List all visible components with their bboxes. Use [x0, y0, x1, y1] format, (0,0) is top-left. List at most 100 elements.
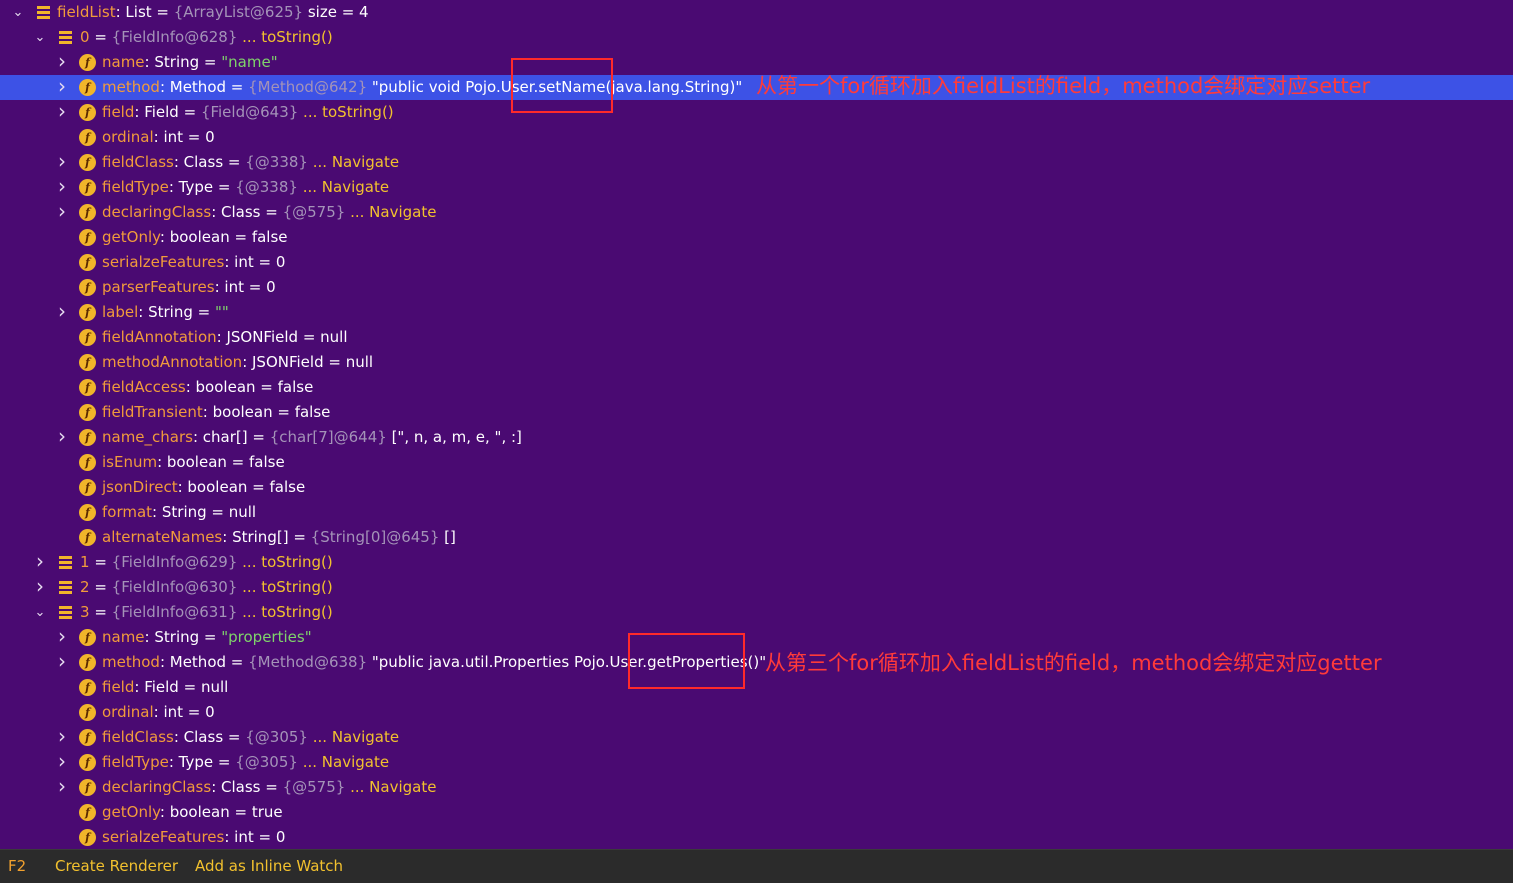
chevron-right-icon[interactable]: › [55, 300, 69, 325]
tree-row[interactable]: f fieldAccess: boolean = false [0, 375, 1513, 400]
variable-name: fieldList [57, 3, 116, 21]
variable-value[interactable]: ... Navigate [303, 753, 389, 771]
equals-sign: = [89, 28, 112, 46]
tree-row[interactable]: › f fieldClass: Class = {@305} ... Navigat… [0, 725, 1513, 750]
chevron-right-icon[interactable]: › [55, 425, 69, 450]
tree-row[interactable]: f getOnly: boolean = false [0, 225, 1513, 250]
tree-row[interactable]: › f fieldType: Type = {@305} ... Navigate [0, 750, 1513, 775]
field-icon: f [79, 479, 96, 496]
variable-name: declaringClass [102, 778, 212, 796]
field-icon: f [79, 829, 96, 846]
tree-row-text: fieldTransient: boolean = false [102, 400, 330, 425]
tree-row[interactable]: › f field: Field = {Field@643} ... toStrin… [0, 100, 1513, 125]
variable-value: "properties" [221, 628, 312, 646]
field-icon: f [79, 654, 96, 671]
variable-type: : Method [159, 653, 227, 671]
tree-row[interactable]: f serialzeFeatures: int = 0 [0, 250, 1513, 275]
tree-row[interactable]: ⌄ 0 = {FieldInfo@628} ... toString() [0, 25, 1513, 50]
field-icon: f [79, 404, 96, 421]
tree-row[interactable]: › f declaringClass: Class = {@575} ... Nav… [0, 775, 1513, 800]
variable-type: : String [152, 503, 207, 521]
tree-row[interactable]: f isEnum: boolean = false [0, 450, 1513, 475]
tree-row[interactable]: › f fieldClass: Class = {@338} ... Navigat… [0, 150, 1513, 175]
tree-row[interactable]: f ordinal: int = 0 [0, 125, 1513, 150]
variable-value[interactable]: ... toString() [242, 553, 333, 571]
chevron-right-icon[interactable]: › [55, 775, 69, 800]
tree-row-text: getOnly: boolean = false [102, 225, 288, 250]
tree-row[interactable]: f fieldAnnotation: JSONField = null [0, 325, 1513, 350]
variable-name: ordinal [102, 703, 154, 721]
chevron-right-icon[interactable]: › [55, 725, 69, 750]
tree-row[interactable]: f jsonDirect: boolean = false [0, 475, 1513, 500]
variable-name: fieldAccess [102, 378, 186, 396]
tree-row[interactable]: ⌄ fieldList: List = {ArrayList@625} size … [0, 0, 1513, 25]
tree-row[interactable]: › f name: String = "name" [0, 50, 1513, 75]
add-inline-watch-link[interactable]: Add as Inline Watch [195, 850, 343, 883]
tree-row[interactable]: f methodAnnotation: JSONField = null [0, 350, 1513, 375]
tree-row[interactable]: f alternateNames: String[] = {String[0]@6… [0, 525, 1513, 550]
tree-row[interactable]: › f label: String = "" [0, 300, 1513, 325]
variable-value[interactable]: ... Navigate [313, 728, 399, 746]
field-icon: f [79, 54, 96, 71]
tree-row[interactable]: › f fieldType: Type = {@338} ... Navigate [0, 175, 1513, 200]
tree-row[interactable]: f getOnly: boolean = true [0, 800, 1513, 825]
tree-row[interactable]: › f name_chars: char[] = {char[7]@644} [",… [0, 425, 1513, 450]
tree-row[interactable]: ⌄ 3 = {FieldInfo@631} ... toString() [0, 600, 1513, 625]
variable-type: : int [214, 278, 244, 296]
tree-row[interactable]: › f declaringClass: Class = {@575} ... Nav… [0, 200, 1513, 225]
variable-name: 1 [80, 553, 90, 571]
chevron-right-icon[interactable]: › [55, 625, 69, 650]
variable-type: : String [144, 53, 200, 71]
chevron-right-icon[interactable]: › [55, 75, 69, 100]
variable-value[interactable]: ... toString() [242, 578, 333, 596]
variable-value[interactable]: ... Navigate [303, 178, 389, 196]
variable-value[interactable]: ... toString() [242, 603, 333, 621]
chevron-down-icon[interactable]: ⌄ [33, 600, 47, 625]
chevron-down-icon[interactable]: ⌄ [11, 0, 25, 25]
tree-row-text: name: String = "properties" [102, 625, 312, 650]
variable-name: field [102, 103, 135, 121]
tree-row[interactable]: f format: String = null [0, 500, 1513, 525]
variable-type: : int [153, 128, 184, 146]
variable-name: label [102, 303, 139, 321]
chevron-right-icon[interactable]: › [55, 150, 69, 175]
chevron-right-icon[interactable]: › [33, 575, 47, 600]
chevron-right-icon[interactable]: › [55, 200, 69, 225]
chevron-right-icon[interactable]: › [55, 175, 69, 200]
tree-row[interactable]: › f name: String = "properties" [0, 625, 1513, 650]
tree-row-text: fieldAnnotation: JSONField = null [102, 325, 348, 350]
tree-row-text: 1 = {FieldInfo@629} ... toString() [80, 550, 333, 575]
variable-value[interactable]: ... toString() [303, 103, 394, 121]
chevron-right-icon[interactable]: › [33, 550, 47, 575]
variable-value[interactable]: ... Navigate [350, 203, 436, 221]
chevron-down-icon[interactable]: ⌄ [33, 25, 47, 50]
tree-row[interactable]: f serialzeFeatures: int = 0 [0, 825, 1513, 850]
tree-row[interactable]: › 2 = {FieldInfo@630} ... toString() [0, 575, 1513, 600]
object-id: {@338} [245, 153, 313, 171]
highlight-box-getproperties [628, 633, 745, 689]
variable-value[interactable]: ... Navigate [350, 778, 436, 796]
tree-row[interactable]: f ordinal: int = 0 [0, 700, 1513, 725]
variable-name: serialzeFeatures [102, 253, 225, 271]
variable-value: [] [444, 528, 456, 546]
chevron-right-icon[interactable]: › [55, 100, 69, 125]
variable-name: method [102, 653, 160, 671]
tree-row[interactable]: f field: Field = null [0, 675, 1513, 700]
list-icon [59, 606, 72, 619]
tree-row[interactable]: f parserFeatures: int = 0 [0, 275, 1513, 300]
chevron-right-icon[interactable]: › [55, 750, 69, 775]
variable-value[interactable]: ... Navigate [313, 153, 399, 171]
chevron-right-icon[interactable]: › [55, 50, 69, 75]
variable-value: true [251, 803, 283, 821]
variable-name: alternateNames [102, 528, 223, 546]
equals-sign: = [199, 53, 222, 71]
variable-value[interactable]: ... toString() [242, 28, 333, 46]
chevron-right-icon[interactable]: › [55, 650, 69, 675]
variable-type: : Class [173, 728, 224, 746]
tree-row[interactable]: f fieldTransient: boolean = false [0, 400, 1513, 425]
tree-row[interactable]: › 1 = {FieldInfo@629} ... toString() [0, 550, 1513, 575]
variable-type: : String[] [222, 528, 289, 546]
shortcut-key-label: F2 [8, 857, 27, 875]
variable-type: : boolean [202, 403, 273, 421]
create-renderer-link[interactable]: Create Renderer [55, 850, 178, 883]
